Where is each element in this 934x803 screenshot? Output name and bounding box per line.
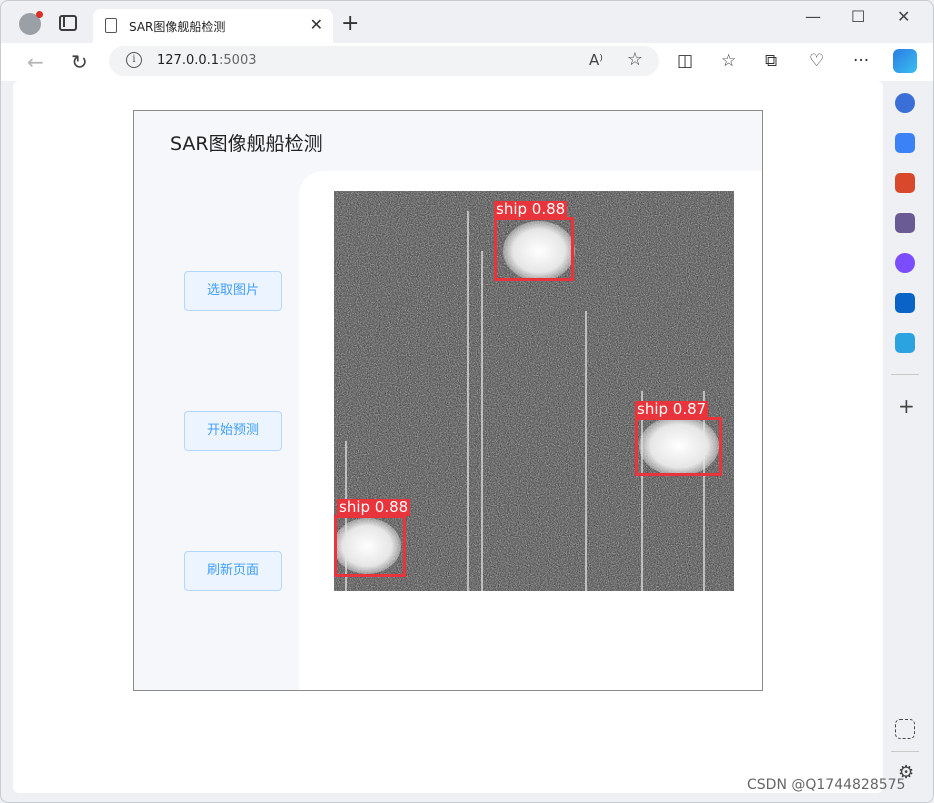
games-icon[interactable] [895,213,915,233]
maximize-icon[interactable]: ☐ [851,7,865,26]
detection-label: ship 0.87 [635,400,709,418]
more-icon[interactable]: ··· [853,51,869,71]
performance-icon[interactable]: ♡ [809,51,824,71]
start-predict-button[interactable]: 开始预测 [184,411,282,451]
microsoft365-icon[interactable] [895,253,915,273]
tab-actions-icon[interactable] [59,15,77,31]
refresh-icon[interactable]: ↻ [71,50,88,74]
close-tab-icon[interactable]: ✕ [310,15,323,34]
read-aloud-icon[interactable]: A⁾ [589,51,603,69]
tab-title: SAR图像舰船检测 [129,20,226,34]
app-main: ship 0.88 ship 0.87 ship 0.88 [299,171,762,690]
shopping-icon[interactable] [895,133,915,153]
detection-box: ship 0.88 [334,499,411,577]
app-aside: 选取图片 开始预测 刷新页面 [134,171,314,690]
new-tab-icon[interactable]: + [341,11,359,36]
copilot-icon[interactable] [893,49,917,73]
add-icon[interactable]: + [898,394,915,418]
minimize-icon[interactable]: — [805,7,821,26]
page-title: SAR图像舰船检测 [170,133,323,155]
detection-box: ship 0.87 [635,401,722,476]
profile-icon[interactable] [19,11,43,35]
browser-tab[interactable]: SAR图像舰船检测 ✕ [93,9,333,43]
address-bar[interactable]: i 127.0.0.1:5003 A⁾ ☆ [109,46,659,76]
back-icon[interactable]: ← [27,50,44,74]
page-viewport: SAR图像舰船检测 选取图片 开始预测 刷新页面 ship 0.88 ship … [13,81,883,793]
tools-icon[interactable] [895,173,915,193]
refresh-page-button[interactable]: 刷新页面 [184,551,282,591]
url-port: :5003 [219,53,257,68]
split-screen-icon[interactable]: ◫ [677,51,693,71]
url-host: 127.0.0.1 [157,53,220,68]
favorite-star-icon[interactable]: ☆ [627,49,643,70]
outlook-icon[interactable] [895,293,915,313]
select-image-button[interactable]: 选取图片 [184,271,282,311]
edge-sidebar: + ⚙ [885,81,933,802]
detection-label: ship 0.88 [494,200,568,218]
favorites-icon[interactable]: ☆ [721,51,736,71]
detection-result-image: ship 0.88 ship 0.87 ship 0.88 [334,191,734,591]
info-icon[interactable]: i [126,52,142,68]
app-header: SAR图像舰船检测 [134,111,762,171]
page-icon [105,18,117,33]
telegram-icon[interactable] [895,333,915,353]
sidebar-divider [891,751,919,752]
browser-toolbar: ← ↻ i 127.0.0.1:5003 A⁾ ☆ ◫ ☆ ⧉ ♡ ··· [1,43,933,81]
search-icon[interactable] [895,93,915,113]
tab-bar: SAR图像舰船检测 ✕ + — ☐ ✕ [1,1,933,43]
app-container: SAR图像舰船检测 选取图片 开始预测 刷新页面 ship 0.88 ship … [133,110,763,691]
screenshot-icon[interactable] [895,719,915,739]
browser-window: SAR图像舰船检测 ✕ + — ☐ ✕ ← ↻ i 127.0.0.1:5003… [0,0,934,803]
detection-box: ship 0.88 [494,201,574,281]
watermark: CSDN @Q1744828575 [747,777,906,793]
detection-label: ship 0.88 [337,498,411,516]
url-text[interactable]: 127.0.0.1:5003 [157,53,257,68]
collections-icon[interactable]: ⧉ [765,51,777,71]
close-window-icon[interactable]: ✕ [897,7,910,26]
sidebar-divider [891,374,919,375]
